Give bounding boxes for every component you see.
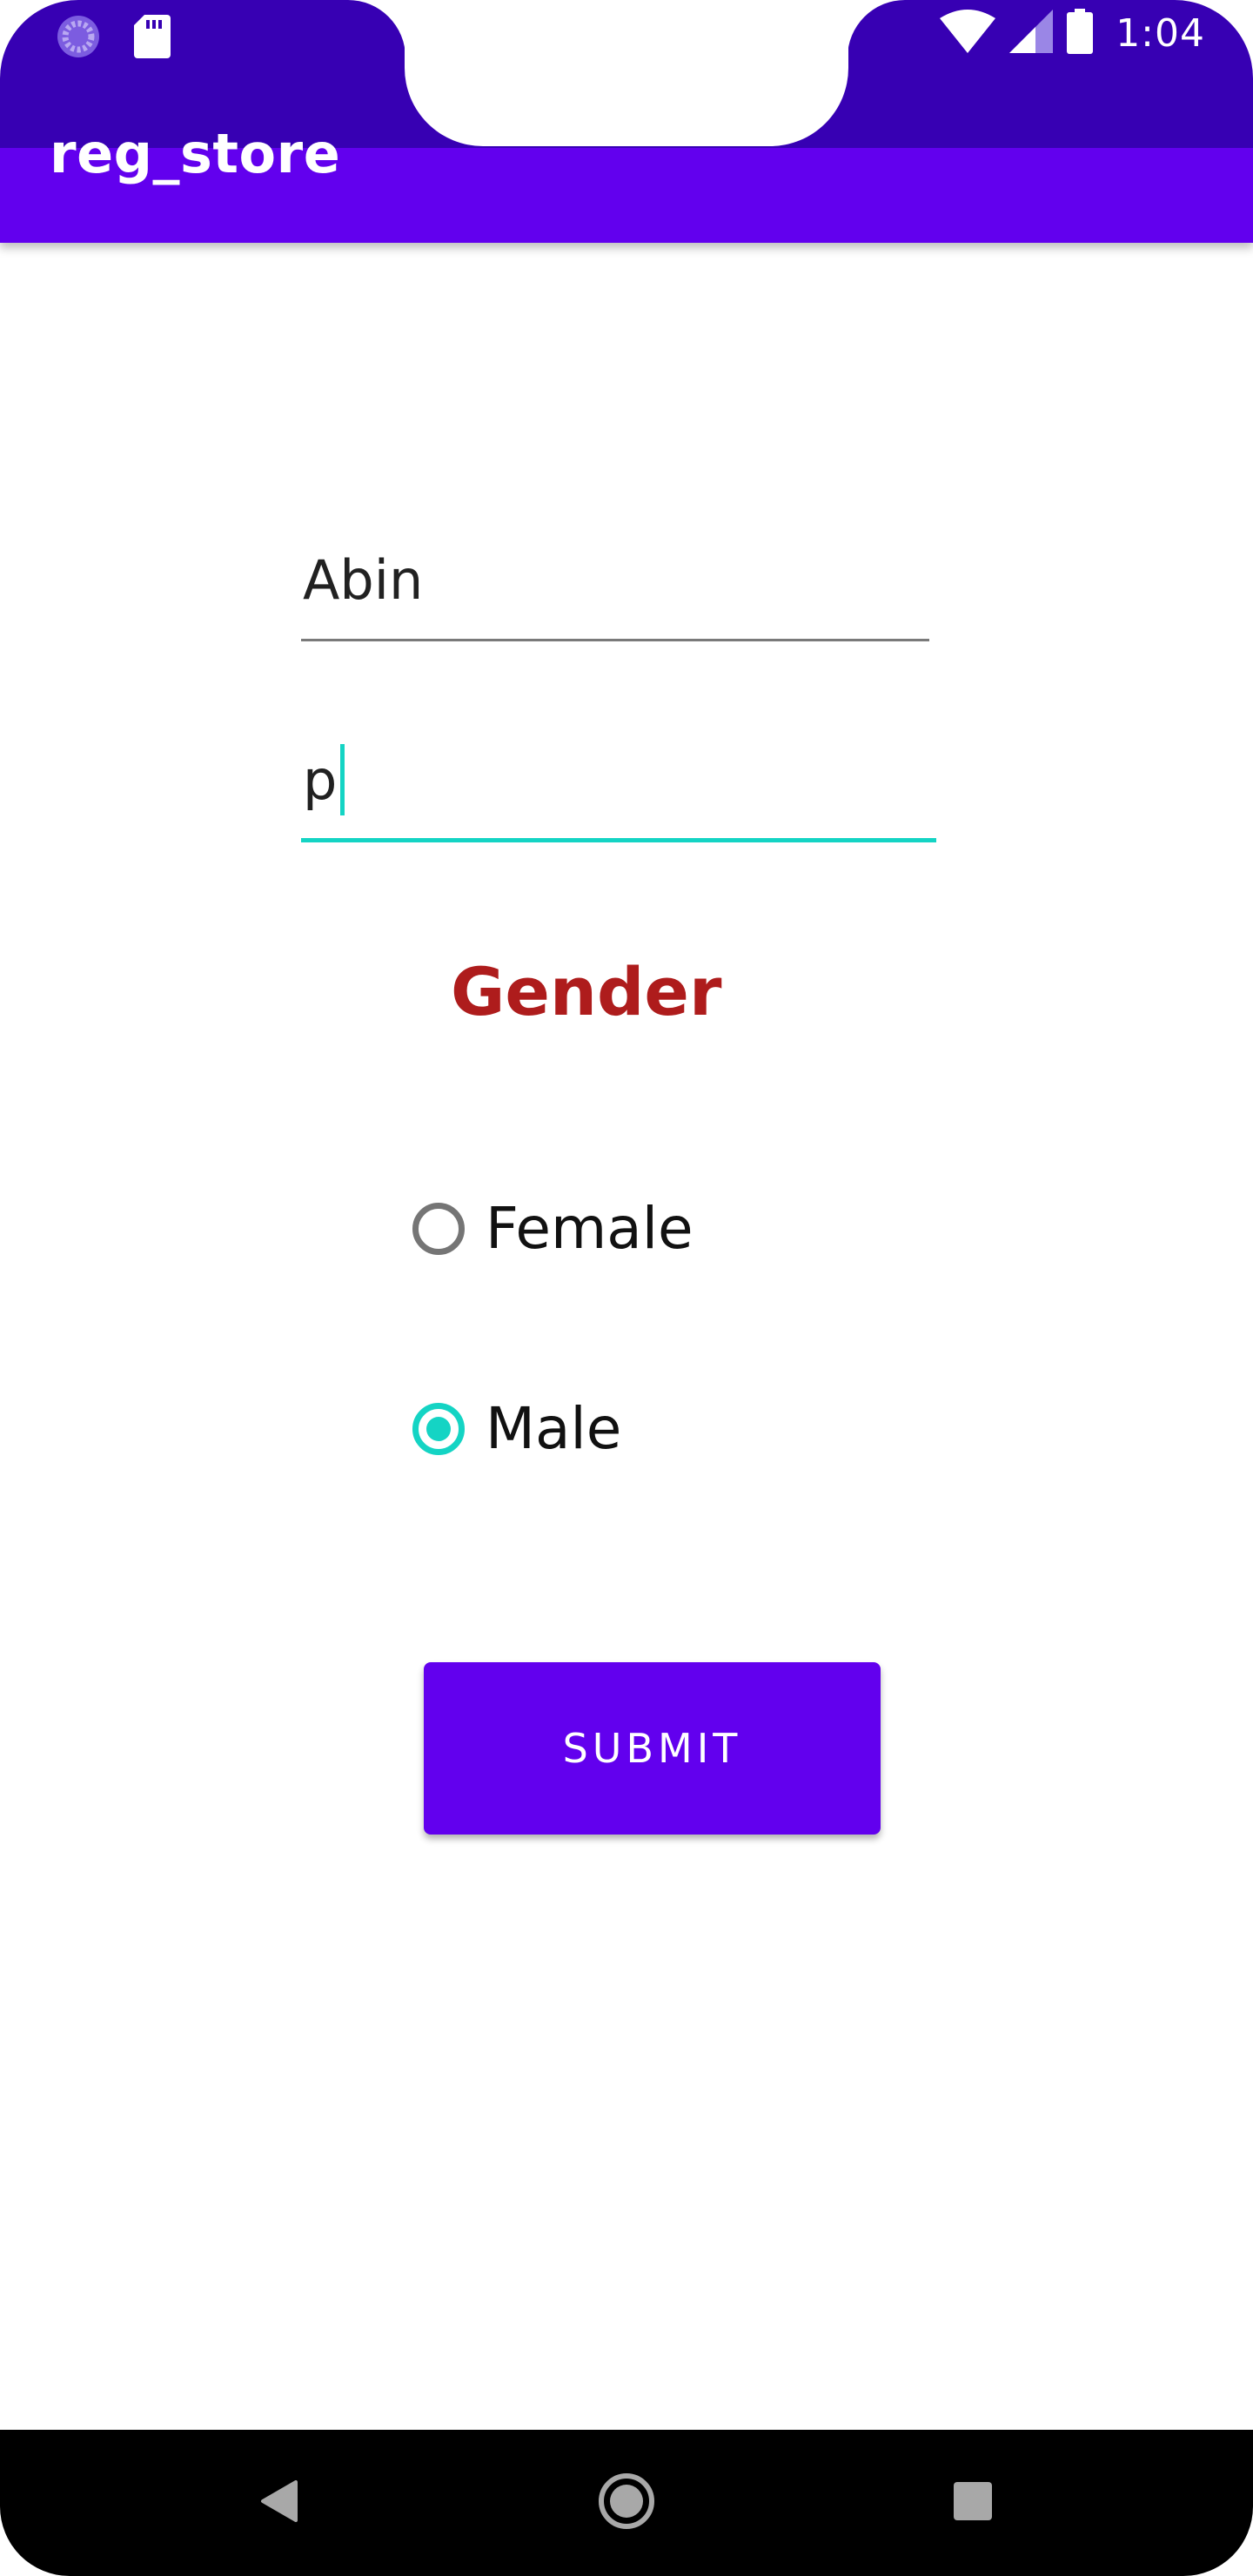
- name-field[interactable]: Abin: [301, 538, 929, 641]
- password-field-content: p: [303, 744, 345, 815]
- radio-unchecked-icon[interactable]: [412, 1202, 465, 1255]
- status-left-icons: [56, 14, 171, 64]
- radio-female-label: Female: [486, 1195, 694, 1262]
- password-field-value: p: [303, 748, 338, 812]
- sd-card-icon: [134, 15, 171, 63]
- nav-back-button[interactable]: [235, 2430, 322, 2576]
- recents-icon: [954, 2481, 992, 2525]
- status-time: 1:04: [1116, 11, 1205, 56]
- nav-bar: [0, 2430, 1253, 2576]
- notch-corner: [848, 0, 905, 57]
- back-icon: [259, 2479, 298, 2526]
- radio-checked-icon[interactable]: [412, 1402, 465, 1455]
- radio-male-label: Male: [486, 1395, 622, 1462]
- radio-male[interactable]: Male: [412, 1395, 621, 1462]
- status-right-icons: 1:04: [940, 9, 1205, 58]
- gender-heading: Gender: [451, 953, 722, 1030]
- radio-female[interactable]: Female: [412, 1195, 694, 1262]
- loading-icon: [56, 14, 101, 64]
- screen: 1:04 reg_store Abin p Gender Female Male…: [0, 0, 1253, 2576]
- signal-icon: [1009, 10, 1054, 57]
- text-cursor: [340, 744, 345, 815]
- name-field-value: Abin: [303, 548, 424, 612]
- nav-home-button[interactable]: [583, 2430, 670, 2576]
- camera-notch: [405, 0, 848, 146]
- notch-corner: [348, 0, 405, 57]
- home-icon: [598, 2472, 655, 2534]
- password-field[interactable]: p: [301, 734, 936, 842]
- wifi-icon: [940, 10, 996, 57]
- submit-button[interactable]: SUBMIT: [424, 1662, 881, 1835]
- battery-icon: [1067, 9, 1094, 58]
- nav-recents-button[interactable]: [929, 2430, 1016, 2576]
- app-title: reg_store: [50, 122, 341, 185]
